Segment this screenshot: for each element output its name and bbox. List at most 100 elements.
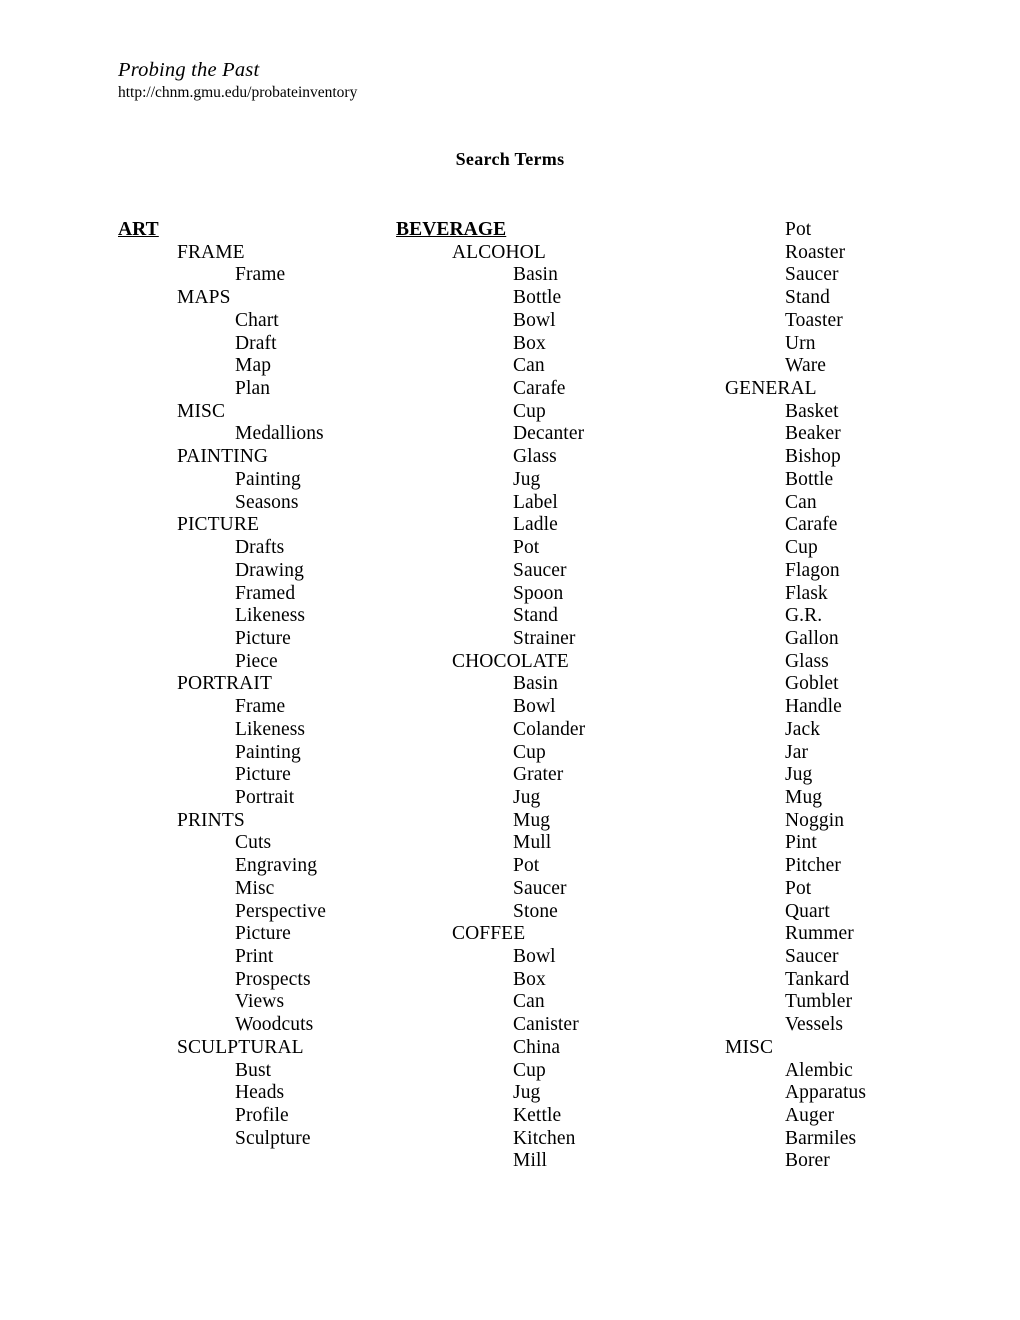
- term-item: Jug: [513, 468, 541, 490]
- term-group-heading: ART: [118, 219, 159, 240]
- term-item: Chart: [235, 309, 279, 331]
- term-subcategory: GENERAL: [725, 378, 817, 400]
- term-item: Picture: [235, 923, 291, 945]
- term-item: Cuts: [235, 832, 272, 854]
- term-item: Jug: [785, 764, 813, 786]
- term-item: Pot: [785, 877, 812, 899]
- term-item: Heads: [235, 1082, 285, 1104]
- term-item: Box: [513, 968, 546, 990]
- term-item: Vessels: [785, 1014, 844, 1036]
- term-item: Beaker: [785, 423, 841, 445]
- term-item: Likeness: [235, 718, 306, 740]
- term-item: Saucer: [785, 946, 839, 967]
- term-item: Ladle: [513, 514, 558, 536]
- term-item: Medallions: [235, 423, 324, 445]
- term-item: Framed: [235, 582, 296, 604]
- term-item: Rummer: [785, 923, 854, 945]
- term-item: Engraving: [235, 855, 318, 877]
- term-item: Auger: [785, 1105, 835, 1127]
- term-item: Stand: [785, 287, 830, 309]
- term-item: Toaster: [785, 309, 843, 331]
- term-item: Cup: [513, 1059, 546, 1081]
- term-column-3: Pot Roaster Saucer Stand Toaster Urn Ware GENER…: [700, 219, 1000, 1173]
- term-group-heading: BEVERAGE: [396, 219, 507, 240]
- term-item: Likeness: [235, 605, 306, 627]
- term-subcategory: ALCOHOL: [452, 241, 546, 263]
- page-title: Search Terms: [455, 149, 565, 169]
- term-item: Flask: [785, 582, 828, 604]
- document-page: Probing the Past http://chnm.gmu.edu/pro…: [0, 0, 1020, 1320]
- term-item: Mug: [785, 786, 823, 808]
- term-item: Basin: [513, 264, 558, 286]
- term-item: Bottle: [513, 287, 562, 309]
- term-subcategory: SCULPTURAL: [177, 1036, 304, 1058]
- term-item: Misc: [235, 877, 275, 899]
- term-item: Glass: [785, 650, 829, 672]
- term-item: Print: [235, 946, 274, 967]
- term-item: Box: [513, 332, 546, 354]
- term-item: Pint: [785, 832, 817, 854]
- term-item: Gallon: [785, 627, 839, 649]
- term-item: Picture: [235, 764, 291, 786]
- term-item: Colander: [513, 718, 586, 740]
- term-subcategory: FRAME: [177, 241, 245, 263]
- term-subcategory: PICTURE: [177, 514, 259, 536]
- term-item: Basket: [785, 400, 839, 422]
- term-item: Frame: [235, 696, 286, 718]
- term-item: Prospects: [235, 968, 311, 990]
- term-item: Can: [513, 355, 545, 377]
- term-item: Tumbler: [785, 991, 853, 1013]
- term-column-2: BEVERAGE ALCOHOL Basin Bottle Bowl Box Can Cara…: [396, 219, 696, 1173]
- term-item: Saucer: [513, 559, 567, 581]
- term-subcategory: PORTRAIT: [177, 673, 272, 695]
- term-item: Painting: [235, 468, 301, 490]
- term-item: Handle: [785, 696, 842, 718]
- term-item: Pot: [785, 219, 812, 240]
- term-subcategory: MISC: [177, 400, 226, 422]
- term-item: Mull: [513, 832, 552, 854]
- term-item: Seasons: [235, 491, 299, 513]
- term-item: Ware: [785, 355, 827, 377]
- term-item: Jar: [785, 741, 809, 763]
- term-item: Borer: [785, 1150, 830, 1172]
- term-item: Portrait: [235, 786, 295, 808]
- site-title: Probing the Past: [118, 59, 260, 81]
- term-item: Bowl: [513, 946, 556, 967]
- term-item: Strainer: [513, 627, 576, 649]
- masthead: Probing the Past http://chnm.gmu.edu/pro…: [118, 58, 718, 102]
- term-item: Quart: [785, 900, 830, 922]
- term-item: Canister: [513, 1014, 579, 1036]
- term-item: Jack: [785, 718, 821, 740]
- term-subcategory: COFFEE: [452, 923, 526, 945]
- term-item: Pitcher: [785, 855, 841, 877]
- term-item: Barmiles: [785, 1127, 857, 1149]
- term-column-1: ART FRAME Frame MAPS Chart Draft Map Plan MISC Me…: [118, 219, 408, 1150]
- term-item: Perspective: [235, 900, 326, 922]
- term-item: Goblet: [785, 673, 839, 695]
- term-item: Tankard: [785, 968, 850, 990]
- term-item: Alembic: [785, 1059, 853, 1081]
- term-subcategory: PAINTING: [177, 446, 269, 468]
- term-item: Pot: [513, 855, 540, 877]
- term-item: Frame: [235, 264, 286, 286]
- term-item: China: [513, 1036, 561, 1058]
- term-item: Bowl: [513, 696, 556, 718]
- term-item: Mill: [513, 1150, 547, 1172]
- term-item: Mug: [513, 809, 551, 831]
- site-url[interactable]: http://chnm.gmu.edu/probateinventory: [118, 83, 718, 102]
- term-item: Drawing: [235, 559, 304, 581]
- term-item: Roaster: [785, 241, 846, 263]
- term-item: Draft: [235, 332, 277, 354]
- term-item: Saucer: [785, 264, 839, 286]
- term-item: Glass: [513, 446, 557, 468]
- term-item: Carafe: [513, 378, 566, 400]
- term-item: Pot: [513, 537, 540, 559]
- search-terms-columns: ART FRAME Frame MAPS Chart Draft Map Plan MISC Me…: [0, 219, 1020, 1219]
- term-item: Label: [513, 491, 558, 513]
- term-item: Profile: [235, 1105, 289, 1127]
- term-item: Saucer: [513, 877, 567, 899]
- term-item: Picture: [235, 627, 291, 649]
- term-item: G.R.: [785, 605, 823, 627]
- term-item: Carafe: [785, 514, 838, 536]
- term-item: Sculpture: [235, 1127, 311, 1149]
